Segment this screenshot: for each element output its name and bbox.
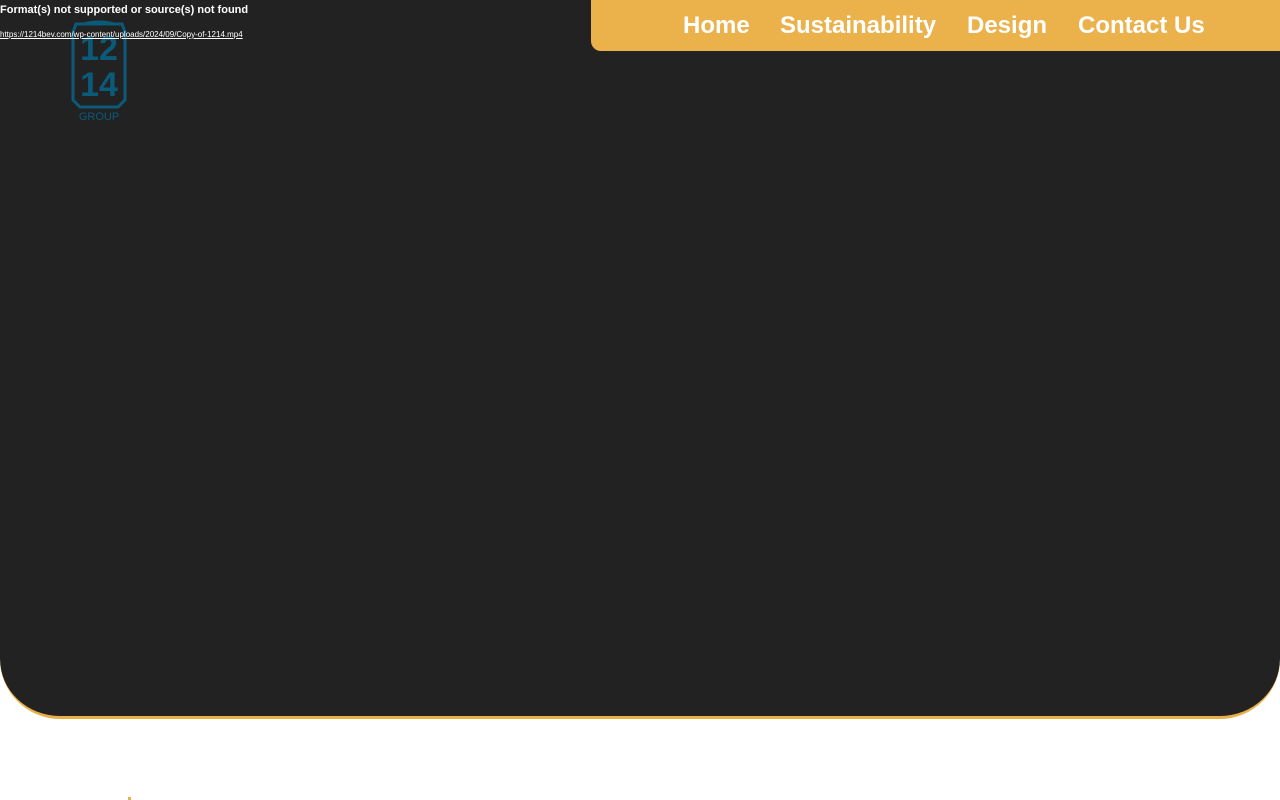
nav-sustainability-link[interactable]: Sustainability [780,12,936,40]
video-error-message: Format(s) not supported or source(s) not… [0,4,249,16]
main-navigation: Home Sustainability Design Contact Us [591,0,1280,51]
nav-contact-us-link[interactable]: Contact Us [1078,12,1205,40]
nav-design-link[interactable]: Design [967,12,1047,40]
logo-line2: 14 [80,66,118,104]
video-source-link[interactable]: https://1214bev.com/wp-content/uploads/2… [0,30,243,40]
hero-video-section: Format(s) not supported or source(s) not… [0,0,1280,719]
logo-subtitle: GROUP [79,111,119,122]
nav-home-link[interactable]: Home [683,12,750,40]
page: Format(s) not supported or source(s) not… [0,0,1280,800]
